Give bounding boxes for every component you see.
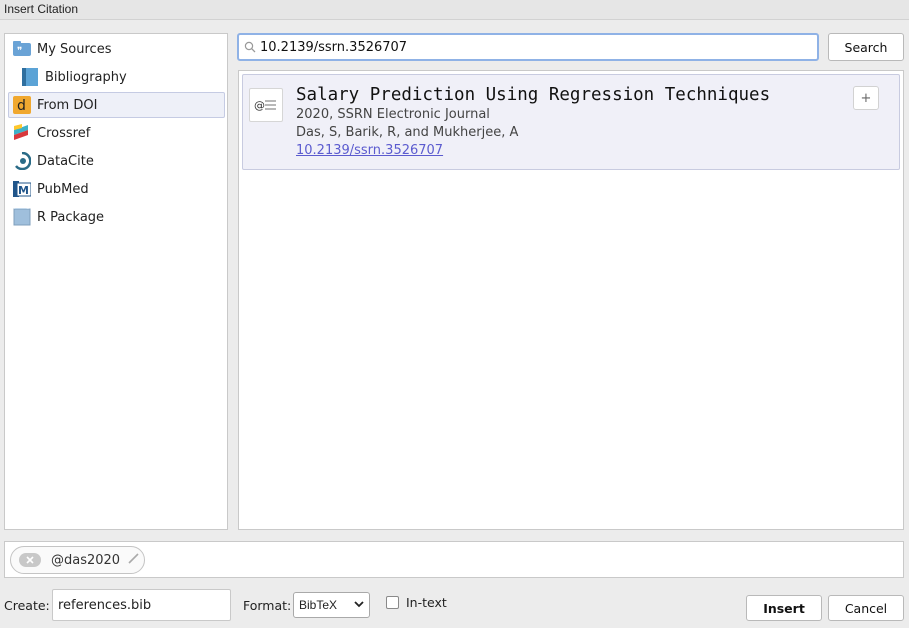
format-value: BibTeX	[299, 598, 338, 612]
svg-text:M: M	[18, 184, 29, 197]
sidebar-item-bibliography[interactable]: Bibliography	[16, 64, 225, 90]
add-citation-button[interactable]: +	[853, 86, 879, 110]
create-label: Create:	[4, 598, 50, 613]
sidebar-item-pubmed[interactable]: M PubMed	[8, 176, 225, 202]
doi-icon: d	[13, 96, 31, 114]
bibliography-file-field[interactable]: references.bib	[52, 589, 231, 621]
r-package-icon	[13, 208, 31, 226]
sidebar-item-crossref[interactable]: Crossref	[8, 120, 225, 146]
citation-tag: @das2020	[10, 546, 145, 574]
window-title: Insert Citation	[0, 0, 909, 20]
search-icon	[244, 41, 256, 53]
result-title: Salary Prediction Using Regression Techn…	[296, 85, 771, 105]
citation-entry-icon: @	[249, 88, 283, 122]
book-icon	[21, 68, 39, 86]
result-authors: Das, S, Barik, R, and Mukherjee, A	[296, 125, 519, 140]
pubmed-icon: M	[13, 180, 31, 198]
search-field[interactable]	[237, 33, 819, 61]
selected-citations-bar: @das2020	[4, 541, 904, 578]
cancel-button[interactable]: Cancel	[828, 595, 904, 621]
svg-text:❞: ❞	[17, 46, 22, 57]
sidebar-item-my-sources[interactable]: ❞ My Sources	[8, 36, 225, 62]
sidebar-item-from-doi[interactable]: d From DOI	[8, 92, 225, 118]
results-panel: @ Salary Prediction Using Regression Tec…	[238, 70, 904, 530]
chevron-down-icon	[354, 601, 364, 608]
pencil-icon[interactable]	[128, 552, 139, 568]
sidebar-item-datacite[interactable]: DataCite	[8, 148, 225, 174]
sidebar-item-label: Crossref	[37, 125, 91, 141]
result-year-journal: 2020, SSRN Electronic Journal	[296, 107, 490, 122]
format-select[interactable]: BibTeX	[293, 592, 370, 618]
intext-label: In-text	[406, 595, 447, 610]
svg-text:@: @	[254, 99, 265, 112]
sidebar-item-label: DataCite	[37, 153, 94, 169]
result-doi-link[interactable]: 10.2139/ssrn.3526707	[296, 143, 443, 158]
sidebar-item-r-package[interactable]: R Package	[8, 204, 225, 230]
quote-folder-icon: ❞	[13, 40, 31, 58]
format-label: Format:	[243, 598, 292, 613]
search-input[interactable]	[260, 39, 800, 55]
search-button[interactable]: Search	[828, 33, 904, 61]
sidebar-item-label: R Package	[37, 209, 105, 225]
insert-button[interactable]: Insert	[746, 595, 822, 621]
svg-text:d: d	[17, 98, 26, 114]
list-item[interactable]: @ Salary Prediction Using Regression Tec…	[242, 74, 900, 170]
datacite-icon	[13, 152, 31, 170]
sidebar-item-label: Bibliography	[45, 69, 127, 85]
citation-tag-label: @das2020	[51, 552, 121, 568]
sidebar-item-label: My Sources	[37, 41, 112, 57]
sidebar-item-label: PubMed	[37, 181, 89, 197]
sidebar-item-label: From DOI	[37, 97, 98, 113]
intext-checkbox[interactable]	[386, 596, 399, 609]
crossref-icon	[13, 124, 31, 142]
remove-tag-icon[interactable]	[19, 553, 41, 567]
source-sidebar: ❞ My Sources Bibliography d From DOI Cro…	[4, 33, 228, 530]
